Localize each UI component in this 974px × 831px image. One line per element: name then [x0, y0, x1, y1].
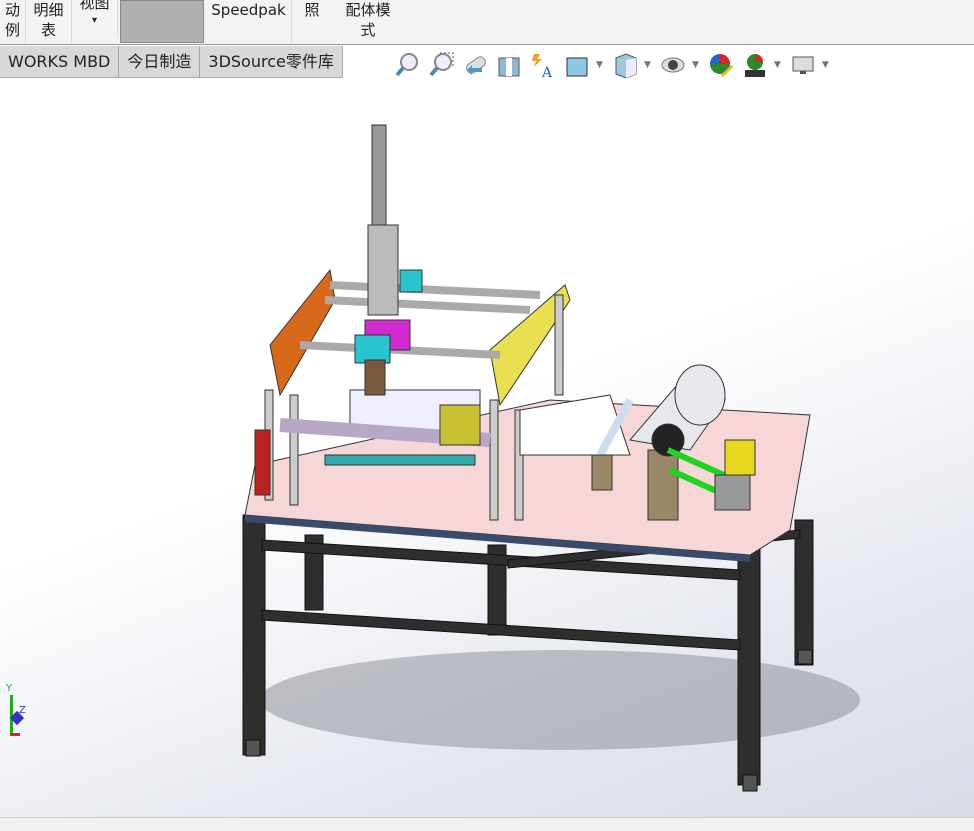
tab-mbd[interactable]: WORKS MBD: [0, 46, 120, 78]
hide-show-items-icon[interactable]: [658, 50, 688, 80]
section-view-icon[interactable]: [494, 50, 524, 80]
zoom-to-area-icon[interactable]: [426, 50, 456, 80]
view-orientation-dropdown[interactable]: ▼: [596, 60, 606, 70]
hide-show-dropdown[interactable]: ▼: [692, 60, 702, 70]
coordinate-triad: Y Z: [4, 683, 28, 743]
dynamic-annotation-views-icon[interactable]: A: [528, 50, 558, 80]
view-settings-icon[interactable]: [788, 50, 818, 80]
svg-text:A: A: [541, 65, 553, 78]
ribbon-button-mate-mode[interactable]: 配体模式: [336, 0, 400, 44]
display-style-dropdown[interactable]: ▼: [644, 60, 654, 70]
ribbon-button-motion[interactable]: 动例: [0, 0, 26, 44]
assembly-model: [242, 124, 860, 792]
ribbon-placeholder: [120, 0, 204, 43]
view-settings-dropdown[interactable]: ▼: [822, 60, 832, 70]
edit-appearance-icon[interactable]: [706, 50, 736, 80]
heads-up-view-toolbar: A ▼ ▼ ▼ ▼ ▼: [392, 50, 832, 80]
graphics-area[interactable]: Y Z: [0, 79, 974, 817]
display-style-icon[interactable]: [610, 50, 640, 80]
tab-jinri[interactable]: 今日制造: [119, 46, 201, 78]
x-axis-icon: [10, 733, 20, 736]
shadow: [260, 650, 860, 750]
zoom-to-fit-icon[interactable]: [392, 50, 422, 80]
apply-scene-dropdown[interactable]: ▼: [774, 60, 784, 70]
apply-scene-icon[interactable]: [740, 50, 770, 80]
ribbon-button-snapshot[interactable]: 照: [292, 0, 332, 44]
ribbon-toolbar: 动例 明细表 视图 ▾ Speedpak 照 配体模式: [0, 0, 974, 45]
ribbon-button-view[interactable]: 视图 ▾: [72, 0, 118, 38]
ribbon-button-bom[interactable]: 明细表: [26, 0, 72, 44]
status-bar: [0, 817, 974, 831]
tab-3dsource[interactable]: 3DSource零件库: [200, 46, 343, 78]
ribbon-button-speedpak[interactable]: Speedpak: [206, 0, 292, 44]
command-tabs: WORKS MBD 今日制造 3DSource零件库: [0, 46, 343, 78]
previous-view-icon[interactable]: [460, 50, 490, 80]
view-orientation-icon[interactable]: [562, 50, 592, 80]
